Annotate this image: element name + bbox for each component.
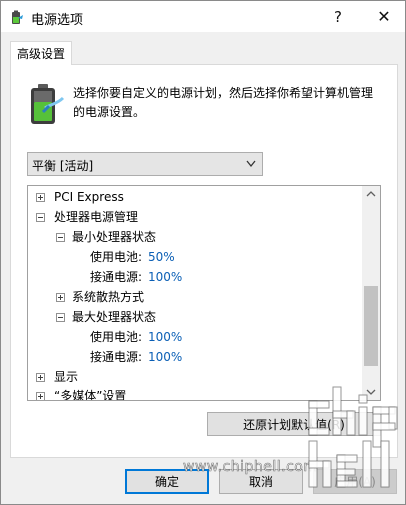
tree-item-label: 最小处理器状态 (72, 230, 157, 244)
power-options-window: 电源选项 ? ✕ 高级设置 选择你要自定义的电源计划，然后选择你希望计算机管理的… (0, 0, 406, 505)
scroll-up-arrow-icon[interactable] (362, 186, 380, 203)
window-title: 电源选项 (31, 13, 84, 28)
expand-icon[interactable] (36, 373, 45, 382)
tree-item-pci-express[interactable]: PCI Express (28, 187, 362, 207)
setting-key: 使用电池: (90, 330, 143, 344)
power-plan-dropdown[interactable]: 平衡 [活动] (27, 152, 263, 176)
chiphell-logo-watermark (308, 386, 398, 488)
tree-item-label: 系统散热方式 (72, 290, 145, 304)
tree-item-min-processor-state[interactable]: 最小处理器状态 (28, 227, 362, 247)
watermark-text: www.chiphell.com (183, 459, 318, 476)
tree-item-label: PCI Express (54, 190, 124, 204)
setting-value[interactable]: 100% (148, 267, 182, 287)
collapse-icon[interactable] (36, 213, 45, 222)
settings-tree[interactable]: PCI Express 处理器电源管理 最小处理器状态 使用电池: 50% 接通… (27, 185, 381, 401)
tree-setting-row[interactable]: 使用电池: 100% (28, 327, 362, 347)
power-options-icon (12, 10, 23, 24)
tree-item-label: “多媒体”设置 (54, 389, 127, 401)
setting-value[interactable]: 100% (148, 327, 182, 347)
tree-item-label: 处理器电源管理 (54, 210, 139, 224)
scrollbar-thumb[interactable] (364, 286, 378, 366)
tree-setting-row[interactable]: 使用电池: 50% (28, 247, 362, 267)
setting-key: 使用电池: (90, 250, 143, 264)
tree-setting-row[interactable]: 接通电源: 100% (28, 267, 362, 287)
expand-icon[interactable] (56, 293, 65, 302)
close-button[interactable]: ✕ (361, 1, 406, 32)
setting-key: 接通电源: (90, 350, 143, 364)
tree-item-label: 最大处理器状态 (72, 310, 157, 324)
dropdown-selected-value: 平衡 [活动] (32, 159, 94, 173)
tree-setting-row[interactable]: 接通电源: 100% (28, 347, 362, 367)
setting-value[interactable]: 50% (148, 247, 175, 267)
expand-icon[interactable] (36, 392, 45, 400)
help-button[interactable]: ? (315, 1, 361, 32)
setting-value[interactable]: 100% (148, 347, 182, 367)
chevron-down-icon (246, 160, 256, 168)
description-text: 选择你要自定义的电源计划，然后选择你希望计算机管理的电源设置。 (73, 86, 374, 119)
tree-item-processor-power[interactable]: 处理器电源管理 (28, 207, 362, 227)
vertical-scrollbar[interactable] (362, 186, 380, 400)
title-bar[interactable]: 电源选项 ? ✕ (1, 1, 405, 32)
collapse-icon[interactable] (56, 313, 65, 322)
tab-advanced-settings[interactable]: 高级设置 (10, 41, 72, 65)
tree-item-cooling-policy[interactable]: 系统散热方式 (28, 287, 362, 307)
expand-icon[interactable] (36, 193, 45, 202)
setting-key: 接通电源: (90, 270, 143, 284)
collapse-icon[interactable] (56, 233, 65, 242)
tree-item-max-processor-state[interactable]: 最大处理器状态 (28, 307, 362, 327)
battery-power-icon (31, 84, 65, 124)
tree-item-label: 显示 (54, 370, 79, 384)
